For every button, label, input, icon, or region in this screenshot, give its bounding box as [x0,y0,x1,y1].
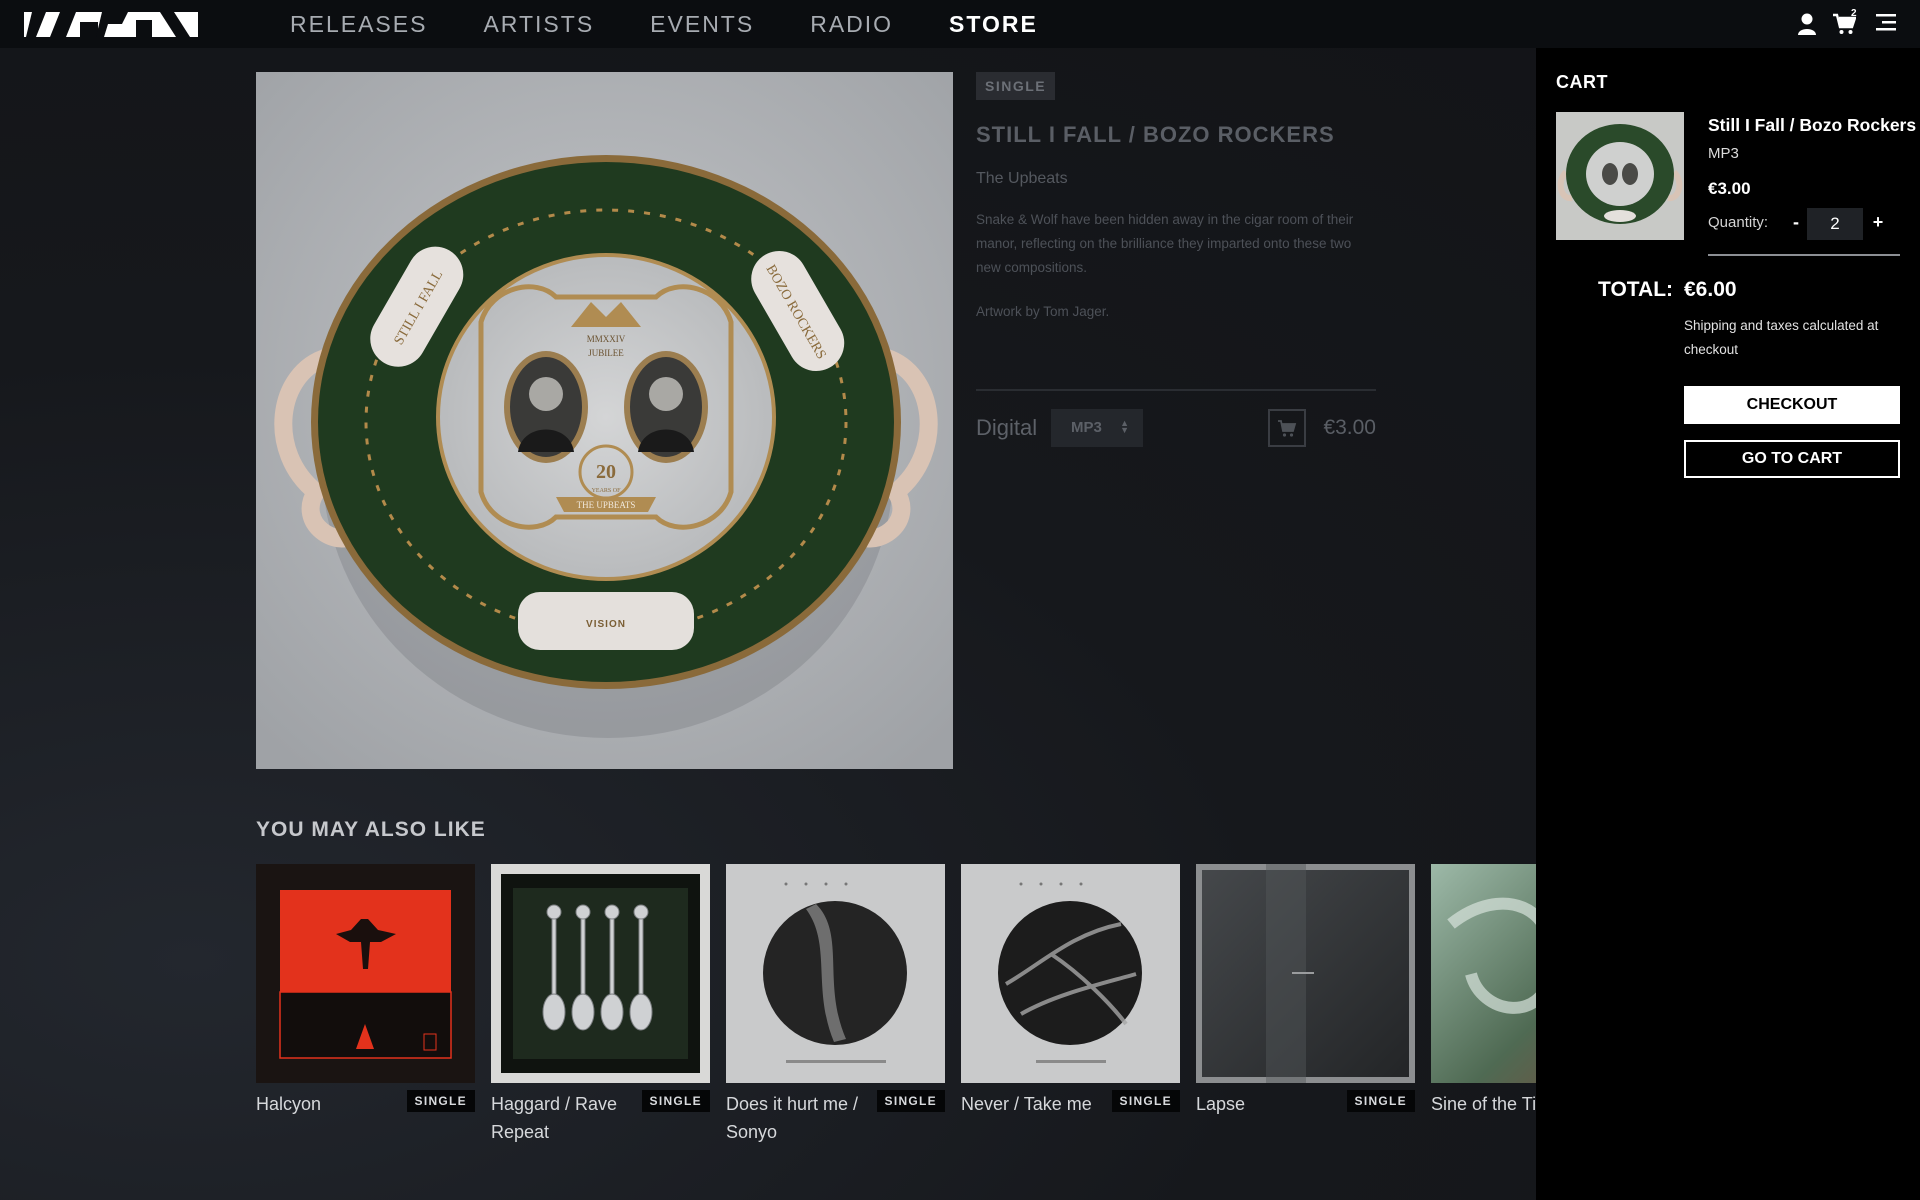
recommendation-card[interactable]: Never / Take me SINGLE [961,864,1180,1114]
purchase-row: Digital MP3 ▲ ▼ €3.00 [976,409,1376,447]
purchase-type-label: Digital [976,415,1038,440]
also-like-heading: YOU MAY ALSO LIKE [256,818,486,841]
format-select-value: MP3 [1071,419,1102,436]
recommendation-title[interactable]: Sine of the Tin [1431,1090,1536,1118]
total-value: €6.00 [1684,278,1737,301]
release-credit: Artwork by Tom Jager. [976,304,1110,319]
recommendation-tag: SINGLE [406,1090,475,1112]
divider [1708,254,1900,256]
recommendation-tag: SINGLE [1346,1090,1415,1112]
release-price: €3.00 [1323,416,1376,439]
recommendation-cover[interactable] [726,864,945,1083]
nav-releases[interactable]: RELEASES [290,11,427,38]
recommendation-cover[interactable] [491,864,710,1083]
recommendation-card[interactable]: Haggard / Rave Repeat SINGLE [491,864,710,1142]
recommendation-card[interactable]: Does it hurt me / Sonyo SINGLE [726,864,945,1142]
recommendation-tag: SINGLE [1111,1090,1180,1112]
divider [976,389,1376,391]
release-title: STILL I FALL / BOZO ROCKERS [976,122,1335,147]
cart-item-format: MP3 [1708,145,1739,162]
total-label: TOTAL: [1598,278,1674,301]
nav-radio[interactable]: RADIO [810,11,893,38]
top-navigation-bar: RELEASES ARTISTS EVENTS RADIO STORE 2 [0,0,1920,48]
recommendation-cover[interactable] [1431,864,1536,1083]
quantity-increase-button[interactable]: + [1868,212,1888,236]
cart-item-price: €3.00 [1708,179,1751,198]
cart-icon[interactable]: 2 [1832,8,1862,36]
nav-events[interactable]: EVENTS [650,11,754,38]
recommendation-title[interactable]: Does it hurt me / Sonyo [726,1090,866,1146]
cover-badge-line: YEARS OF [592,488,622,494]
cover-bottom-mark: VISION [586,619,626,630]
cover-badge-ribbon: THE UPBEATS [577,500,636,510]
recommendation-card[interactable]: Sine of the Tin [1431,864,1536,1114]
release-description: Snake & Wolf have been hidden away in th… [976,212,1354,275]
cover-badge-number: 20 [596,461,616,483]
recommendation-title[interactable]: Haggard / Rave Repeat [491,1090,631,1146]
recommendations-row: Halcyon SINGLE Haggard / Rave Repeat SIN… [256,864,1536,1154]
cover-crest-sub: JUBILEE [588,348,624,358]
nav-artists[interactable]: ARTISTS [483,11,594,38]
release-cover-art: STILL I FALL BOZO ROCKERS VISION MMXXIV … [256,72,953,769]
add-to-cart-button[interactable] [1268,409,1306,447]
go-to-cart-button[interactable]: GO TO CART [1684,440,1900,478]
product-page: STILL I FALL BOZO ROCKERS VISION MMXXIV … [0,48,1536,1200]
recommendation-title[interactable]: Lapse [1196,1090,1336,1118]
updown-chevron-icon: ▲ ▼ [1120,418,1129,435]
cart-item-title[interactable]: Still I Fall / Bozo Rockers [1708,115,1916,136]
recommendation-tag: SINGLE [876,1090,945,1112]
header-actions: 2 [1796,8,1898,38]
quantity-decrease-button[interactable]: - [1786,212,1806,236]
quantity-label: Quantity: [1708,214,1769,231]
user-icon[interactable] [1796,12,1818,36]
cart-item-thumbnail[interactable] [1556,112,1684,240]
product-details: SINGLE STILL I FALL / BOZO ROCKERS The U… [976,72,1376,447]
recommendation-card[interactable]: Halcyon SINGLE [256,864,475,1114]
checkout-button[interactable]: CHECKOUT [1684,386,1900,424]
shipping-note: Shipping and taxes calculated at checkou… [1684,318,1879,357]
nav-store[interactable]: STORE [949,11,1038,38]
recommendation-card[interactable]: Lapse SINGLE [1196,864,1415,1114]
release-type-tag: SINGLE [976,72,1056,100]
main-nav: RELEASES ARTISTS EVENTS RADIO STORE [290,0,1038,48]
quantity-input[interactable] [1807,208,1863,240]
cart-icon [1278,420,1297,437]
release-artist[interactable]: The Upbeats [976,170,1376,188]
cart-title: CART [1556,72,1608,92]
cart-count-badge: 2 [1851,8,1857,19]
recommendation-cover[interactable] [256,864,475,1083]
recommendation-cover[interactable] [961,864,1180,1083]
vision-logo[interactable] [24,12,198,37]
recommendation-title[interactable]: Halcyon [256,1090,396,1118]
cart-drawer: CART Still I Fall / Bozo Rockers MP3 €3.… [1536,48,1920,1200]
recommendation-cover[interactable] [1196,864,1415,1083]
recommendation-title[interactable]: Never / Take me [961,1090,1101,1118]
format-select[interactable]: MP3 ▲ ▼ [1051,409,1143,447]
menu-icon[interactable] [1876,12,1898,36]
recommendation-tag: SINGLE [641,1090,710,1112]
cover-crest-top: MMXXIV [587,334,626,344]
